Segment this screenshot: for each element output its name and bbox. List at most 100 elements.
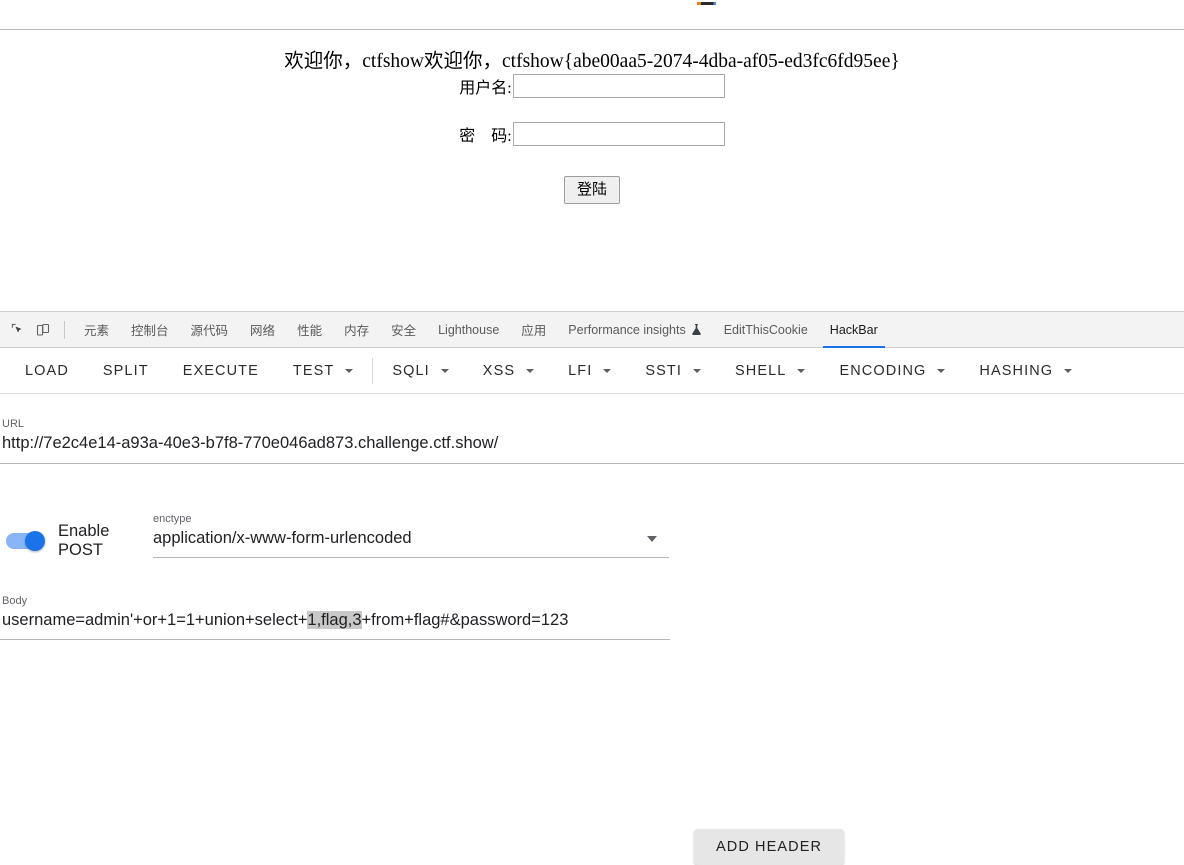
tab-performance[interactable]: 性能 xyxy=(286,312,333,348)
hackbar-ssti-menu[interactable]: SSTI xyxy=(628,348,718,394)
url-field[interactable]: URL http://7e2c4e14-a93a-40e3-b7f8-770e0… xyxy=(0,418,1184,464)
tab-label: Lighthouse xyxy=(438,322,500,337)
enable-post-control[interactable]: Enable POST xyxy=(6,522,109,560)
tab-label: HackBar xyxy=(829,322,878,337)
body-field-value[interactable]: username=admin'+or+1=1+union+select+1,fl… xyxy=(2,611,670,630)
tab-memory[interactable]: 内存 xyxy=(333,312,380,348)
button-label: SPLIT xyxy=(102,362,149,379)
post-settings-row: Enable POST enctype application/x-www-fo… xyxy=(0,508,1184,572)
tab-performance-insights[interactable]: Performance insights xyxy=(557,312,712,348)
username-label: 用户名: xyxy=(459,80,512,97)
username-row: 用户名: xyxy=(0,74,1184,98)
hackbar-toolbar: LOAD SPLIT EXECUTE TEST SQLI XSS LFI SST… xyxy=(0,348,1184,394)
tab-label: 性能 xyxy=(297,324,323,338)
body-selected-text: 1,flag,3 xyxy=(307,611,362,629)
hackbar-load-button[interactable]: LOAD xyxy=(8,348,86,394)
enable-post-toggle[interactable] xyxy=(6,531,48,551)
chevron-down-icon xyxy=(937,368,946,373)
tab-sources[interactable]: 源代码 xyxy=(180,312,240,348)
password-input[interactable] xyxy=(512,122,725,146)
devtools-tabbar: 元素 控制台 源代码 网络 性能 内存 安全 Lighthouse 应用 Per… xyxy=(0,312,1184,348)
button-label: LFI xyxy=(568,362,593,379)
hackbar-split-button[interactable]: SPLIT xyxy=(86,348,166,394)
enctype-field[interactable]: enctype application/x-www-form-urlencode… xyxy=(153,513,669,558)
enctype-select[interactable]: application/x-www-form-urlencoded xyxy=(153,529,669,548)
login-row: 登陆 xyxy=(0,176,1184,204)
chevron-down-icon xyxy=(1064,368,1073,373)
add-header-button[interactable]: ADD HEADER xyxy=(694,829,845,865)
enable-post-label: Enable POST xyxy=(58,522,109,560)
tab-label: 内存 xyxy=(344,324,370,338)
tab-elements[interactable]: 元素 xyxy=(73,312,120,348)
hackbar-test-menu[interactable]: TEST xyxy=(276,348,370,394)
flask-icon xyxy=(691,323,702,336)
chevron-down-icon xyxy=(647,535,657,542)
url-field-label: URL xyxy=(2,418,25,430)
devtools-panel: 元素 控制台 源代码 网络 性能 内存 安全 Lighthouse 应用 Per… xyxy=(0,311,1184,865)
url-field-value[interactable]: http://7e2c4e14-a93a-40e3-b7f8-770e046ad… xyxy=(2,434,1184,453)
tab-label: 控制台 xyxy=(131,324,169,338)
chevron-down-icon xyxy=(526,368,535,373)
body-field-underline xyxy=(0,639,670,640)
tab-label: 元素 xyxy=(84,324,110,338)
hackbar-encoding-menu[interactable]: ENCODING xyxy=(822,348,962,394)
rendered-page: 欢迎你，ctfshow欢迎你，ctfshow{abe00aa5-2074-4db… xyxy=(0,30,1184,311)
tab-label: 源代码 xyxy=(190,324,229,338)
tab-label: 应用 xyxy=(521,324,547,338)
tab-lighthouse[interactable]: Lighthouse xyxy=(427,312,510,348)
chevron-down-icon xyxy=(693,368,702,373)
tab-security[interactable]: 安全 xyxy=(380,312,427,348)
login-button[interactable]: 登陆 xyxy=(563,176,620,204)
button-label: HASHING xyxy=(979,362,1054,379)
tab-application[interactable]: 应用 xyxy=(510,312,557,348)
tab-label: Performance insights xyxy=(568,322,686,337)
button-label: SSTI xyxy=(645,362,683,379)
username-input[interactable] xyxy=(512,74,725,98)
tab-hackbar[interactable]: HackBar xyxy=(819,312,889,348)
inspect-element-icon[interactable] xyxy=(4,317,30,343)
button-label: SHELL xyxy=(735,362,787,379)
button-label: TEST xyxy=(292,362,335,379)
enctype-value: application/x-www-form-urlencoded xyxy=(153,529,412,547)
body-field-label: Body xyxy=(2,595,28,607)
button-label: EXECUTE xyxy=(182,362,259,379)
button-label: XSS xyxy=(482,362,516,379)
button-label: ENCODING xyxy=(839,362,927,379)
tab-label: EditThisCookie xyxy=(723,322,808,337)
toggle-knob xyxy=(25,531,45,551)
enctype-label: enctype xyxy=(153,513,192,525)
cropped-chrome-indicator xyxy=(697,2,716,5)
url-field-underline xyxy=(0,463,1184,464)
chevron-down-icon xyxy=(440,368,449,373)
password-row: 密 码: xyxy=(0,122,1184,146)
hackbar-hashing-menu[interactable]: HASHING xyxy=(962,348,1089,394)
hackbar-sqli-menu[interactable]: SQLI xyxy=(375,348,465,394)
tab-console[interactable]: 控制台 xyxy=(120,312,180,348)
hackbar-shell-menu[interactable]: SHELL xyxy=(718,348,822,394)
toolbar-group-divider xyxy=(372,357,374,384)
device-toolbar-icon[interactable] xyxy=(30,317,56,343)
tab-network[interactable]: 网络 xyxy=(239,312,286,348)
button-label: LOAD xyxy=(25,362,69,379)
body-text-before-selection: username=admin'+or+1=1+union+select+ xyxy=(2,611,308,629)
hackbar-execute-button[interactable]: EXECUTE xyxy=(166,348,276,394)
browser-chrome-strip xyxy=(0,0,1184,30)
enctype-underline xyxy=(153,557,669,558)
chevron-down-icon xyxy=(797,368,806,373)
tab-editthiscookie[interactable]: EditThisCookie xyxy=(713,312,819,348)
welcome-message: 欢迎你，ctfshow欢迎你，ctfshow{abe00aa5-2074-4db… xyxy=(284,51,900,72)
tab-label: 安全 xyxy=(391,324,417,338)
chevron-down-icon xyxy=(345,368,354,373)
button-label: SQLI xyxy=(392,362,430,379)
hackbar-lfi-menu[interactable]: LFI xyxy=(551,348,628,394)
chevron-down-icon xyxy=(603,368,612,373)
toolbar-divider xyxy=(64,320,65,339)
enable-post-label-line2: POST xyxy=(58,541,103,559)
enable-post-label-line1: Enable xyxy=(58,522,110,540)
password-label: 密 码: xyxy=(459,128,512,145)
hackbar-xss-menu[interactable]: XSS xyxy=(466,348,551,394)
body-field[interactable]: Body username=admin'+or+1=1+union+select… xyxy=(0,595,670,640)
body-text-after-selection: +from+flag#&password=123 xyxy=(361,611,569,629)
tab-label: 网络 xyxy=(250,324,276,338)
devtools-tab-list: 元素 控制台 源代码 网络 性能 内存 安全 Lighthouse 应用 Per… xyxy=(73,312,889,348)
